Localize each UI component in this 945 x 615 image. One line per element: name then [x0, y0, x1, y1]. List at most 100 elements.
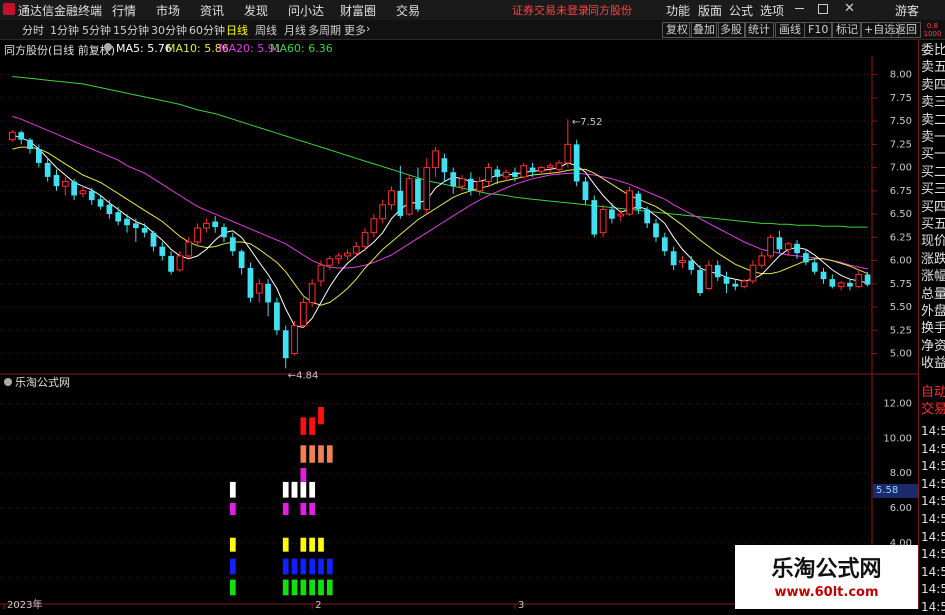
tab-15min[interactable]: 15分钟 [113, 22, 149, 38]
candle-body [124, 218, 130, 226]
candlestick-chart[interactable]: 8.00 7.75 7.50 7.25 7.00 6.75 6.50 6.25 6.00 5.75… [0, 56, 918, 609]
candle-body [864, 274, 871, 285]
candle-body [317, 264, 325, 282]
candle-body [617, 213, 625, 217]
y-tick-label: 5.25 [890, 325, 912, 336]
indicator-bars [229, 406, 333, 596]
draw-line-button[interactable]: 画线 [775, 22, 805, 38]
candle-body [564, 143, 572, 164]
panel-item-25: 14:56 [921, 494, 945, 509]
candle-body [53, 175, 60, 187]
back-button[interactable]: 返回 [891, 22, 921, 38]
stats-button[interactable]: 统计 [744, 22, 774, 38]
settings-gear-icon[interactable] [104, 43, 112, 51]
candle-body [203, 222, 210, 229]
candle-body [591, 200, 598, 235]
candle-body [88, 190, 95, 201]
candle-body [555, 162, 563, 170]
tab-monthly[interactable]: 月线 [284, 22, 306, 38]
mark-button[interactable]: 标记 [832, 22, 862, 38]
menu-item-wenxiaoda[interactable]: 问小达 [288, 2, 324, 19]
tab-daily[interactable]: 日线 [226, 22, 248, 38]
candle-body [758, 255, 766, 266]
menu-item-zixun[interactable]: 资讯 [200, 2, 224, 19]
guest-label[interactable]: 游客 [895, 2, 919, 19]
indicator-bar-segment [309, 579, 316, 596]
low-annotation: ←4.84 [288, 370, 319, 381]
menu-item-xuanxiang[interactable]: 选项 [760, 2, 784, 19]
panel-item-19: 自动 [921, 385, 945, 400]
candle-body [529, 167, 536, 173]
tab-1min[interactable]: 1分钟 [50, 22, 79, 38]
candle-body [485, 167, 492, 183]
menu-item-jiaoyi[interactable]: 交易 [396, 2, 420, 19]
indicator-bar-segment [282, 579, 289, 596]
ma20-line [12, 115, 868, 270]
panel-item-10: 买五 [921, 217, 945, 232]
indicator-bar-segment [229, 579, 236, 596]
moving-average-lines [12, 76, 868, 329]
candle-body [27, 139, 33, 149]
candle-body [626, 190, 633, 215]
tab-60min[interactable]: 60分钟 [189, 22, 225, 38]
f10-button[interactable]: F10 [804, 22, 833, 38]
close-icon[interactable]: ✕ [844, 1, 855, 16]
minimize-icon[interactable] [795, 8, 804, 9]
tab-5min[interactable]: 5分钟 [82, 22, 111, 38]
panel-item-9: 买四 [921, 199, 945, 215]
fuquan-button[interactable]: 复权 [662, 22, 692, 38]
multi-stock-button[interactable]: 多股 [716, 22, 746, 38]
candle-body [71, 181, 77, 196]
indicator-value-tag: 5.58 [873, 484, 920, 498]
candle-body [432, 150, 439, 169]
tab-more[interactable]: 更多 [344, 22, 366, 38]
tab-weekly[interactable]: 周线 [255, 22, 277, 38]
indicator-bar-segment [229, 481, 236, 498]
candle-body [784, 243, 792, 250]
candle-body [61, 181, 69, 187]
candle-body [159, 246, 166, 256]
tab-fenshi[interactable]: 分时 [22, 22, 44, 38]
restore-icon[interactable] [818, 4, 828, 14]
menu-bar: 通达信金融终端 行情 市场 资讯 发现 问小达 财富圈 交易 证券交易未登录 同… [0, 0, 945, 21]
menu-item-caifuquan[interactable]: 财富圈 [340, 2, 376, 19]
menu-item-banmian[interactable]: 版面 [698, 2, 722, 19]
menu-item-gongshi[interactable]: 公式 [729, 2, 753, 19]
candle-body [397, 190, 404, 216]
panel-item-7: 买二 [921, 164, 945, 180]
candles [9, 119, 871, 369]
ma10-line [12, 146, 868, 306]
candle-body [520, 165, 528, 178]
tab-multi-period[interactable]: 多周期 [308, 22, 341, 38]
overlay-button[interactable]: 叠加 [689, 22, 719, 38]
candle-body [370, 218, 378, 234]
candle-body [609, 209, 615, 219]
indicator-gear-icon[interactable] [4, 378, 12, 386]
candle-body [265, 283, 271, 303]
indicator-bar-segment [300, 558, 307, 575]
candle-body [9, 131, 16, 141]
menu-item-hangqing[interactable]: 行情 [112, 2, 136, 19]
more-chevron-icon[interactable]: › [366, 22, 370, 35]
candle-body [811, 262, 818, 272]
panel-item-8: 买三 [921, 182, 945, 198]
menu-item-gongneng[interactable]: 功能 [666, 2, 690, 19]
indicator-bar-segment [309, 417, 316, 435]
candle-body [194, 227, 201, 243]
y-tick-label: 5.75 [890, 279, 912, 290]
indicator-bar-segment [300, 502, 307, 516]
panel-item-29: 14:56 [921, 564, 945, 579]
candle-body [326, 258, 334, 266]
login-status[interactable]: 证券交易未登录 [512, 2, 589, 18]
menu-item-shichang[interactable]: 市场 [156, 2, 180, 19]
panel-item-28: 14:56 [921, 547, 945, 562]
candle-body [476, 181, 484, 192]
menu-item-faxian[interactable]: 发现 [244, 2, 268, 19]
tab-30min[interactable]: 30分钟 [151, 22, 187, 38]
candle-body [308, 283, 316, 303]
quote-side-panel: 委比 卖五 卖四 卖三 卖二 卖一 买一 买二 买三 买四 买五 现价 涨跌 涨幅 总量 外盘 换手 净资 收益 自动… [918, 40, 945, 614]
price-annotations: ←7.52 ←4.84 [288, 117, 603, 381]
indicator-bar-segment [300, 579, 307, 596]
watermark-title: 乐淘公式网 [771, 556, 882, 582]
indicator-bar-segment [309, 537, 316, 552]
